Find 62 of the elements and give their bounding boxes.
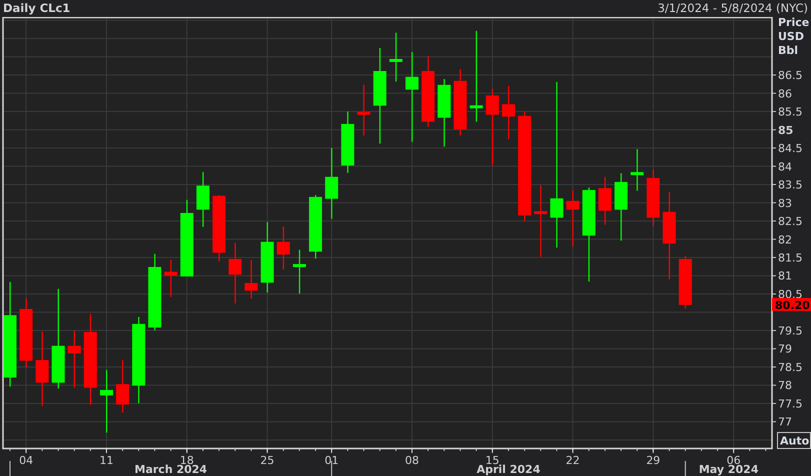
- candle: [646, 170, 660, 226]
- candle: [196, 172, 210, 227]
- candle: [212, 195, 226, 262]
- candle: [244, 260, 258, 299]
- price-axis-label: 78: [778, 379, 792, 392]
- date-axis-label: 22: [566, 454, 580, 467]
- price-axis-label: 81: [778, 270, 792, 283]
- month-label: March 2024: [134, 463, 208, 476]
- price-axis-label: 85.5: [778, 106, 802, 119]
- date-axis-label: 01: [324, 454, 339, 467]
- price-axis-label: 84: [778, 160, 792, 174]
- candle: [502, 86, 515, 140]
- last-price-marker: 80.20: [772, 298, 811, 312]
- candle: [598, 176, 612, 225]
- axis-unit-label: Bbl: [778, 44, 798, 57]
- date-axis-label: 08: [405, 454, 419, 467]
- price-axis-label: 77.5: [778, 397, 802, 410]
- auto-scale-button[interactable]: Auto: [777, 432, 811, 449]
- price-axis-label: 77: [778, 416, 792, 429]
- price-axis-label: 83.5: [778, 178, 802, 192]
- candle: [276, 226, 290, 270]
- price-axis-label: 83: [778, 196, 792, 210]
- price-axis-label: 82: [778, 233, 792, 246]
- price-axis-label: 82.5: [778, 215, 802, 228]
- candle: [566, 190, 580, 247]
- candle: [164, 260, 178, 297]
- date-axis-label: 25: [260, 454, 274, 467]
- candle: [438, 79, 451, 147]
- candle: [422, 56, 435, 127]
- chart-title: Daily CLc1: [3, 2, 70, 14]
- candle: [228, 242, 242, 304]
- candle: [68, 330, 81, 388]
- candle: [100, 370, 113, 433]
- candle: [341, 112, 354, 173]
- month-label: May 2024: [698, 463, 758, 476]
- price-axis-label: 79.5: [778, 324, 802, 338]
- axis-unit-label: Price: [778, 17, 810, 29]
- axis-unit-label: USD: [778, 30, 804, 43]
- date-axis-label: 11: [99, 454, 114, 467]
- candle: [260, 222, 274, 293]
- candle: [389, 32, 402, 82]
- price-axis-label: 86.5: [778, 69, 802, 82]
- candle: [116, 360, 130, 413]
- candle: [20, 298, 33, 368]
- date-axis-label: 04: [19, 454, 34, 467]
- candle: [614, 173, 628, 241]
- date-axis-label: 29: [646, 454, 660, 467]
- candle: [630, 149, 644, 191]
- candle: [292, 250, 306, 294]
- candle: [454, 69, 467, 136]
- price-axis-label: 79: [778, 342, 792, 356]
- candle: [678, 256, 692, 309]
- candle: [357, 84, 370, 136]
- price-axis-label: 85: [778, 124, 794, 137]
- price-axis-label: 81.5: [778, 252, 802, 264]
- price-axis-label: 86: [778, 87, 792, 100]
- date-range: 3/1/2024 - 5/8/2024 (NYC): [658, 2, 808, 14]
- price-axis-label: 78.5: [778, 360, 802, 374]
- candle: [309, 195, 322, 259]
- candle: [534, 185, 548, 257]
- candle: [325, 148, 338, 219]
- price-axis-label: 84.5: [778, 142, 802, 156]
